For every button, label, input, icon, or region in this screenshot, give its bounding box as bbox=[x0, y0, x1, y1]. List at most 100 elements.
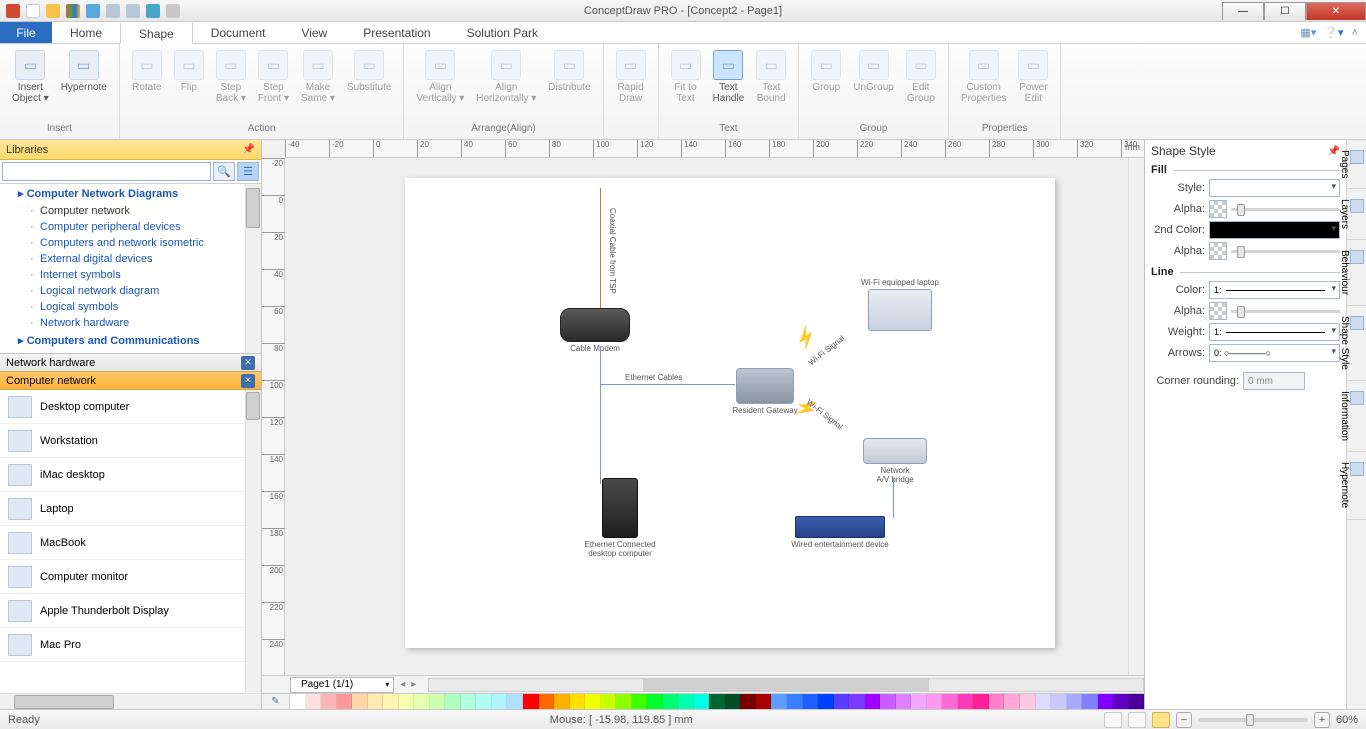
palette-swatch[interactable] bbox=[383, 694, 399, 709]
stencil-item[interactable]: Apple Thunderbolt Display bbox=[0, 594, 261, 628]
library-tree-more[interactable]: ▸ Computers and Communications bbox=[0, 331, 261, 350]
palette-tool-icon[interactable]: ✎ bbox=[262, 694, 290, 709]
tab-document[interactable]: Document bbox=[193, 22, 284, 43]
distribute-button[interactable]: ▭Distribute bbox=[542, 48, 596, 95]
stencil-item[interactable]: Desktop computer bbox=[0, 390, 261, 424]
text-handle-button[interactable]: ▭TextHandle bbox=[707, 48, 751, 106]
palette-swatch[interactable] bbox=[740, 694, 756, 709]
qat-print-icon[interactable] bbox=[146, 4, 160, 18]
drawing-page[interactable]: Coaxial Cable from TSP Cable Modem Ether… bbox=[405, 178, 1055, 648]
qat-preview-icon[interactable] bbox=[166, 4, 180, 18]
palette-swatch[interactable] bbox=[616, 694, 632, 709]
palette-swatch[interactable] bbox=[492, 694, 508, 709]
node-laptop[interactable]: Wi-Fi equipped laptop bbox=[845, 278, 955, 333]
stencil-list[interactable]: Desktop computerWorkstationiMac desktopL… bbox=[0, 390, 261, 693]
qat-undo-icon[interactable] bbox=[106, 4, 120, 18]
node-bridge[interactable]: Network A/V bridge bbox=[845, 438, 945, 484]
stencil-header[interactable]: Network hardware✕ bbox=[0, 354, 261, 372]
options-icon[interactable]: ▦▾ bbox=[1300, 26, 1316, 39]
stencil-header[interactable]: Computer network✕ bbox=[0, 372, 261, 390]
library-tree-item[interactable]: Logical network diagram bbox=[0, 283, 261, 299]
palette-swatch[interactable] bbox=[663, 694, 679, 709]
palette-swatch[interactable] bbox=[849, 694, 865, 709]
palette-swatch[interactable] bbox=[352, 694, 368, 709]
zoom-tool-icon[interactable] bbox=[1152, 712, 1170, 728]
hand-tool-icon[interactable] bbox=[1104, 712, 1122, 728]
palette-swatch[interactable] bbox=[725, 694, 741, 709]
rotate-button[interactable]: ▭Rotate bbox=[126, 48, 168, 95]
palette-swatch[interactable] bbox=[1051, 694, 1067, 709]
zoom-out-button[interactable]: − bbox=[1176, 712, 1192, 728]
palette-swatch[interactable] bbox=[1036, 694, 1052, 709]
second-color-select[interactable] bbox=[1209, 221, 1340, 239]
palette-swatch[interactable] bbox=[476, 694, 492, 709]
ungroup-button[interactable]: ▭UnGroup bbox=[847, 48, 900, 95]
group-button[interactable]: ▭Group bbox=[805, 48, 847, 95]
library-tree-item[interactable]: Computer peripheral devices bbox=[0, 219, 261, 235]
palette-swatch[interactable] bbox=[1067, 694, 1083, 709]
node-wired-ent[interactable]: Wired entertainment device bbox=[775, 516, 905, 549]
make-same-button[interactable]: ▭MakeSame ▾ bbox=[295, 48, 341, 106]
palette-swatch[interactable] bbox=[865, 694, 881, 709]
library-tree-scrollbar[interactable] bbox=[245, 184, 261, 353]
side-tab-layers[interactable]: Layers bbox=[1347, 189, 1366, 240]
palette-swatch[interactable] bbox=[539, 694, 555, 709]
library-tree-item[interactable]: Internet symbols bbox=[0, 267, 261, 283]
maximize-button[interactable]: ☐ bbox=[1264, 2, 1306, 20]
rapid-draw-button[interactable]: ▭RapidDraw bbox=[610, 48, 652, 106]
fill-style-select[interactable] bbox=[1209, 179, 1340, 197]
library-search-input[interactable] bbox=[2, 162, 211, 181]
side-tab-hypernote[interactable]: Hypernote bbox=[1347, 452, 1366, 519]
qat-new-icon[interactable] bbox=[26, 4, 40, 18]
power-edit-button[interactable]: ▭PowerEdit bbox=[1012, 48, 1054, 106]
second-alpha-swatch[interactable] bbox=[1209, 242, 1227, 260]
palette-swatch[interactable] bbox=[911, 694, 927, 709]
arrows-select[interactable]: 0: ○————○ bbox=[1209, 344, 1340, 362]
fill-alpha-swatch[interactable] bbox=[1209, 200, 1227, 218]
palette-swatch[interactable] bbox=[694, 694, 710, 709]
palette-swatch[interactable] bbox=[1020, 694, 1036, 709]
canvas[interactable]: Coaxial Cable from TSP Cable Modem Ether… bbox=[285, 158, 1144, 675]
substitute-button[interactable]: ▭Substitute bbox=[341, 48, 397, 95]
qat-redo-icon[interactable] bbox=[126, 4, 140, 18]
palette-swatch[interactable] bbox=[647, 694, 663, 709]
palette-swatch[interactable] bbox=[834, 694, 850, 709]
palette-swatch[interactable] bbox=[880, 694, 896, 709]
minimize-button[interactable]: — bbox=[1222, 2, 1264, 20]
qat-icon[interactable] bbox=[6, 4, 20, 18]
page-nav-prev[interactable]: ◂ bbox=[400, 679, 405, 690]
palette-swatch[interactable] bbox=[787, 694, 803, 709]
palette-swatch[interactable] bbox=[896, 694, 912, 709]
canvas-vscroll[interactable] bbox=[1128, 158, 1144, 675]
line-alpha-slider[interactable] bbox=[1231, 302, 1340, 320]
palette-swatch[interactable] bbox=[507, 694, 523, 709]
stencil-item[interactable]: Laptop bbox=[0, 492, 261, 526]
align-horz-button[interactable]: ▭AlignHorizontally ▾ bbox=[470, 48, 542, 106]
tab-shape[interactable]: Shape bbox=[120, 22, 193, 44]
library-tree-item[interactable]: Computers and network isometric bbox=[0, 235, 261, 251]
canvas-hscroll[interactable] bbox=[428, 678, 1144, 692]
qat-save-icon[interactable] bbox=[86, 4, 100, 18]
fill-alpha-slider[interactable] bbox=[1231, 200, 1340, 218]
palette-swatch[interactable] bbox=[756, 694, 772, 709]
palette-swatch[interactable] bbox=[989, 694, 1005, 709]
left-pane-hscroll[interactable] bbox=[0, 693, 261, 709]
custom-props-button[interactable]: ▭CustomProperties bbox=[955, 48, 1013, 106]
align-vert-button[interactable]: ▭AlignVertically ▾ bbox=[410, 48, 470, 106]
edit-group-button[interactable]: ▭EditGroup bbox=[900, 48, 942, 106]
stencil-scrollbar[interactable] bbox=[245, 390, 261, 693]
palette-swatch[interactable] bbox=[1129, 694, 1145, 709]
palette-swatch[interactable] bbox=[399, 694, 415, 709]
palette-swatch[interactable] bbox=[1113, 694, 1129, 709]
second-alpha-slider[interactable] bbox=[1231, 242, 1340, 260]
palette-swatch[interactable] bbox=[927, 694, 943, 709]
node-cable-modem[interactable]: Cable Modem bbox=[545, 308, 645, 353]
step-back-button[interactable]: ▭StepBack ▾ bbox=[210, 48, 252, 106]
pin-icon[interactable]: 📌 bbox=[243, 144, 255, 155]
stencil-item[interactable]: MacBook bbox=[0, 526, 261, 560]
palette-swatch[interactable] bbox=[585, 694, 601, 709]
palette-swatch[interactable] bbox=[678, 694, 694, 709]
corner-rounding-input[interactable]: 0 mm bbox=[1243, 372, 1305, 390]
collapse-ribbon-icon[interactable]: ˄ bbox=[1352, 27, 1358, 39]
palette-swatch[interactable] bbox=[973, 694, 989, 709]
